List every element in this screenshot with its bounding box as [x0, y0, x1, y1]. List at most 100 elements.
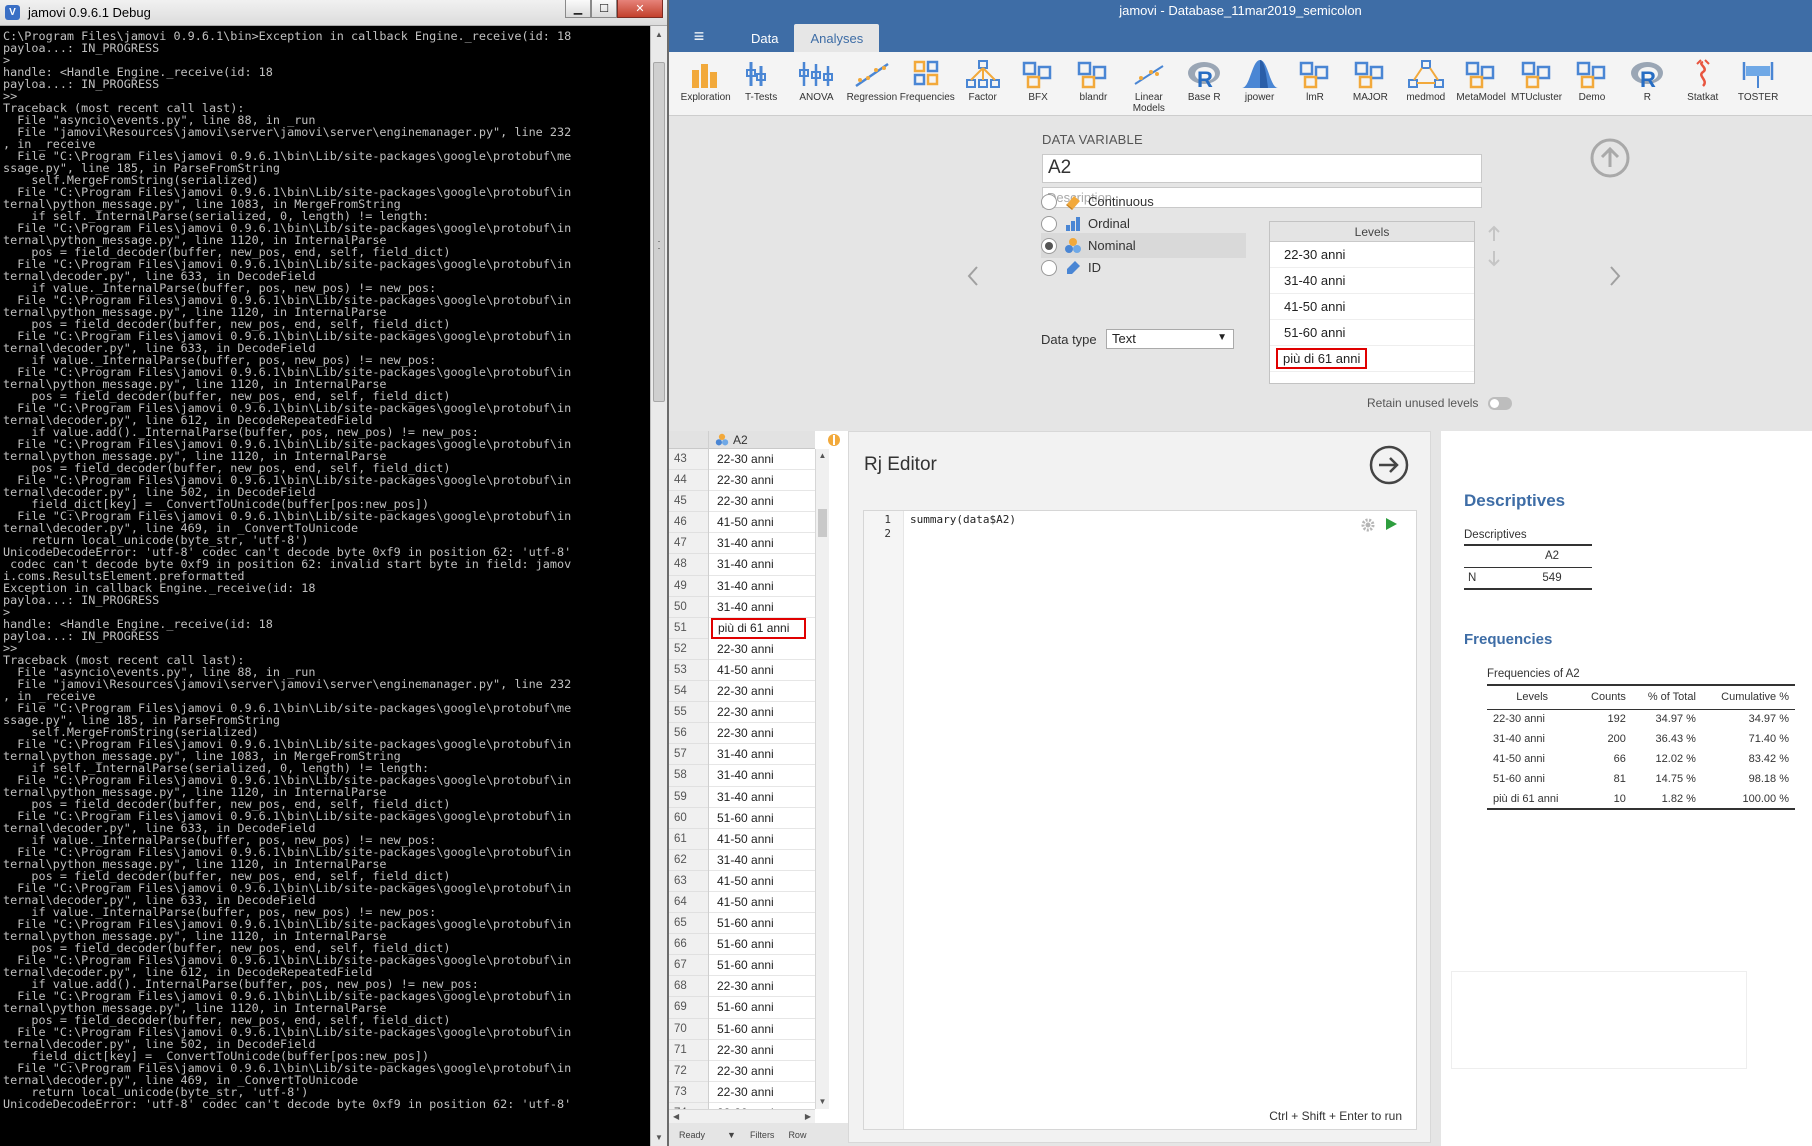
level-item[interactable]: 41-50 anni	[1270, 294, 1474, 320]
ribbon-lmr-button[interactable]: lmR	[1287, 52, 1342, 115]
ribbon-toster-button[interactable]: TOSTER	[1730, 52, 1785, 115]
row-number[interactable]: 72	[669, 1061, 708, 1082]
console-titlebar[interactable]: V jamovi 0.9.6.1 Debug ▁ ☐ ✕	[0, 0, 667, 26]
column-header-a2[interactable]: A2	[709, 431, 815, 449]
ribbon-regression-button[interactable]: Regression	[844, 52, 899, 115]
grid-cell[interactable]: 51-60 anni	[709, 955, 815, 977]
row-number[interactable]: 59	[669, 787, 708, 808]
radio-continuous[interactable]	[1041, 193, 1057, 210]
tab-data[interactable]: Data	[735, 24, 794, 52]
grid-cell[interactable]: 22-30 anni	[709, 491, 815, 513]
retain-unused-levels[interactable]: Retain unused levels	[1367, 396, 1513, 410]
row-number[interactable]: 47	[669, 533, 708, 555]
row-number[interactable]: 46	[669, 512, 708, 534]
grid-horizontal-scrollbar[interactable]: ◀ ▶	[669, 1109, 815, 1123]
hamburger-menu-icon[interactable]: ≡	[681, 22, 717, 50]
grid-cell[interactable]: 22-30 anni	[709, 723, 815, 745]
grid-cell[interactable]: 41-50 anni	[709, 829, 815, 850]
row-number[interactable]: 51	[669, 618, 708, 639]
row-number[interactable]: 48	[669, 554, 708, 576]
arrow-right-circle-icon[interactable]	[1368, 444, 1410, 486]
ribbon-base-r-button[interactable]: R Base R	[1177, 52, 1232, 115]
grid-cell-highlighted[interactable]: più di 61 anni	[711, 617, 806, 639]
row-number[interactable]: 70	[669, 1019, 708, 1040]
row-number[interactable]: 65	[669, 913, 708, 935]
row-number[interactable]: 67	[669, 955, 708, 977]
code-editor[interactable]: 1 2 summary(data$A2) Ctrl + Shift + Ente…	[863, 510, 1417, 1130]
level-item-highlighted[interactable]: più di 61 anni	[1270, 346, 1474, 372]
scroll-right-icon[interactable]: ▶	[805, 1112, 811, 1121]
scroll-down-icon[interactable]: ▼	[816, 1095, 829, 1109]
grid-cell[interactable]: 22-30 anni	[709, 1061, 815, 1082]
row-number[interactable]: 61	[669, 829, 708, 850]
row-number[interactable]: 56	[669, 723, 708, 745]
row-number[interactable]: 66	[669, 934, 708, 956]
grid-cell[interactable]: 31-40 anni	[709, 576, 815, 597]
row-number[interactable]: 69	[669, 997, 708, 1019]
row-number[interactable]: 58	[669, 765, 708, 787]
row-number[interactable]: 64	[669, 892, 708, 914]
ribbon-exploration-button[interactable]: Exploration	[678, 52, 733, 115]
console-scrollbar[interactable]: ▲ ▼	[650, 26, 667, 1146]
ribbon-mtucluster-button[interactable]: MTUcluster	[1509, 52, 1564, 115]
ribbon-demo-button[interactable]: Demo	[1564, 52, 1619, 115]
variable-name-input[interactable]: A2	[1042, 154, 1482, 183]
ribbon-jpower-button[interactable]: jpower	[1232, 52, 1287, 115]
row-number[interactable]: 55	[669, 702, 708, 724]
grid-cell[interactable]: 31-40 anni	[709, 765, 815, 787]
level-item[interactable]: 51-60 anni	[1270, 320, 1474, 346]
code-line[interactable]: summary(data$A2)	[910, 513, 1016, 526]
grid-cell[interactable]: 31-40 anni	[709, 533, 815, 555]
grid-cell[interactable]: 31-40 anni	[709, 787, 815, 808]
row-number[interactable]: 54	[669, 681, 708, 703]
ribbon-frequencies-button[interactable]: Frequencies	[900, 52, 955, 115]
scroll-left-icon[interactable]: ◀	[673, 1112, 679, 1121]
previous-variable-icon[interactable]	[964, 261, 982, 291]
row-number[interactable]: 53	[669, 660, 708, 682]
radio-ordinal[interactable]	[1041, 215, 1057, 232]
radio-id[interactable]	[1041, 259, 1057, 276]
grid-cell[interactable]: 22-30 anni	[709, 449, 815, 471]
filter-icon[interactable]: ▼	[727, 1130, 736, 1140]
row-number[interactable]: 45	[669, 491, 708, 513]
tab-analyses[interactable]: Analyses	[794, 24, 880, 52]
row-number[interactable]: 60	[669, 808, 708, 829]
gear-icon[interactable]	[1360, 517, 1376, 533]
radio-nominal[interactable]	[1041, 237, 1057, 254]
grid-cell[interactable]: 22-30 anni	[709, 470, 815, 492]
level-item[interactable]: 22-30 anni	[1270, 242, 1474, 268]
row-number[interactable]: 62	[669, 850, 708, 871]
ribbon-r-button[interactable]: RR	[1620, 52, 1675, 115]
grid-cell[interactable]: 51-60 anni	[709, 913, 815, 935]
grid-cell[interactable]: 22-30 anni	[709, 702, 815, 724]
grid-cell[interactable]: 51-60 anni	[709, 1019, 815, 1040]
row-number[interactable]: 52	[669, 639, 708, 660]
ribbon-bfx-button[interactable]: BFX	[1010, 52, 1065, 115]
ribbon-anova-button[interactable]: ANOVA	[789, 52, 844, 115]
row-number[interactable]: 71	[669, 1040, 708, 1061]
scroll-up-icon[interactable]: ▲	[651, 26, 667, 43]
grid-vertical-scrollbar[interactable]: ▲ ▼	[815, 449, 829, 1109]
grid-cell[interactable]: 41-50 anni	[709, 871, 815, 892]
ribbon-factor-button[interactable]: Factor	[955, 52, 1010, 115]
console-scroll-thumb[interactable]	[653, 62, 665, 402]
ribbon-t-tests-button[interactable]: T-Tests	[733, 52, 788, 115]
row-number[interactable]: 44	[669, 470, 708, 492]
ribbon-linear-models-button[interactable]: Linear Models	[1121, 52, 1176, 115]
scroll-down-icon[interactable]: ▼	[651, 1129, 667, 1146]
row-number[interactable]: 43	[669, 449, 708, 471]
row-number[interactable]: 68	[669, 976, 708, 998]
grid-cell[interactable]: 22-30 anni	[709, 1082, 815, 1103]
row-number[interactable]: 73	[669, 1082, 708, 1103]
grid-cell[interactable]: 22-30 anni	[709, 639, 815, 660]
ribbon-major-button[interactable]: MAJOR	[1343, 52, 1398, 115]
grid-cell[interactable]: 51-60 anni	[709, 808, 815, 829]
grid-cell[interactable]: 31-40 anni	[709, 554, 815, 576]
grid-cell[interactable]: 31-40 anni	[709, 744, 815, 766]
grid-cell[interactable]: 41-50 anni	[709, 892, 815, 914]
ribbon-metamodel-button[interactable]: MetaModel	[1453, 52, 1508, 115]
row-number[interactable]: 63	[669, 871, 708, 892]
row-number[interactable]: 57	[669, 744, 708, 766]
grid-cell[interactable]: 22-30 anni	[709, 681, 815, 703]
next-variable-icon[interactable]	[1606, 261, 1624, 291]
